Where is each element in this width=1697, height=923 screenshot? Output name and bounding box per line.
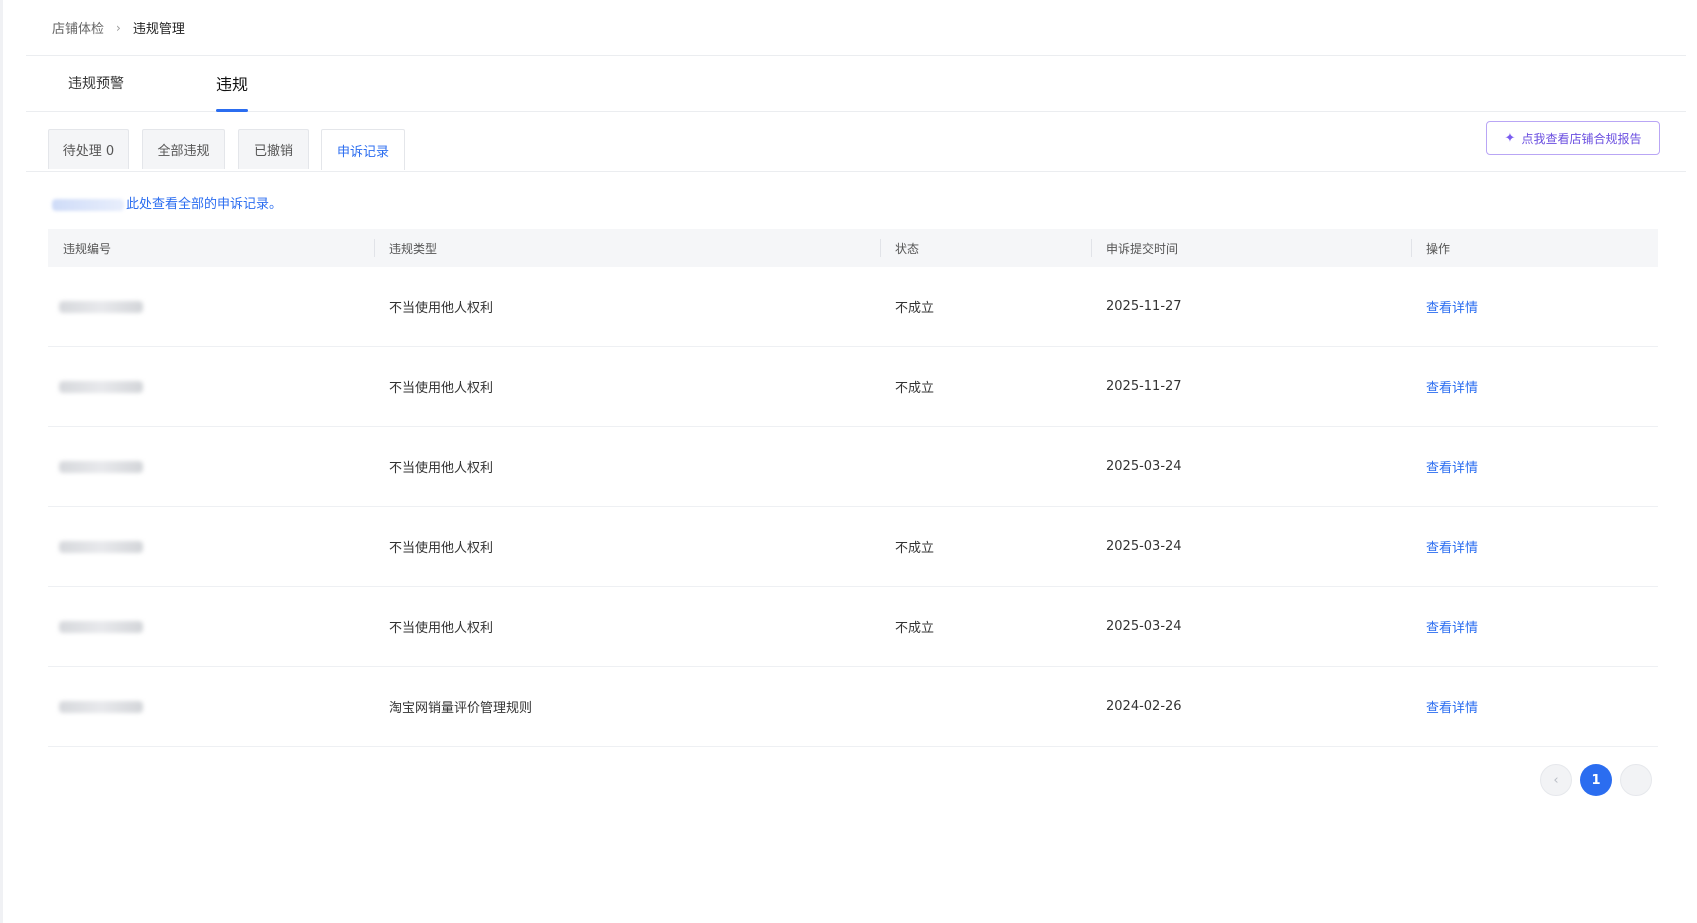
violation-type: 不当使用他人权利 [389, 621, 494, 636]
tab-violation-warning[interactable]: 违规预警 [68, 55, 216, 111]
appeal-date: 2025-03-24 [1106, 619, 1182, 634]
notice-text: 此处查看全部的申诉记录。 [126, 197, 283, 212]
appeal-date: 2024-02-26 [1106, 699, 1182, 714]
violation-type: 不当使用他人权利 [389, 541, 494, 556]
appeal-date: 2025-03-24 [1106, 459, 1182, 474]
compliance-report-button[interactable]: ✦ 点我查看店铺合规报告 [1486, 121, 1660, 155]
view-details-link[interactable]: 查看详情 [1426, 297, 1478, 316]
header-action: 操作 [1411, 229, 1658, 267]
appeal-notice[interactable]: 此处查看全部的申诉记录。 [52, 193, 282, 212]
header-status: 状态 [880, 229, 1091, 267]
violation-id-redacted [59, 300, 143, 313]
violation-id-redacted [59, 700, 143, 713]
header-violation-type: 违规类型 [374, 229, 880, 267]
page-number-current[interactable]: 1 [1580, 764, 1612, 796]
pagination: ‹ 1 [1540, 764, 1652, 796]
breadcrumb: 店铺体检 › 违规管理 [26, 0, 1686, 56]
status: 不成立 [895, 301, 935, 316]
notice-redacted [52, 198, 124, 211]
view-details-link[interactable]: 查看详情 [1426, 697, 1478, 716]
view-details-link[interactable]: 查看详情 [1426, 457, 1478, 476]
violation-id-redacted [59, 380, 143, 393]
status: 不成立 [895, 381, 935, 396]
view-details-link[interactable]: 查看详情 [1426, 377, 1478, 396]
view-details-link[interactable]: 查看详情 [1426, 617, 1478, 636]
violation-type: 不当使用他人权利 [389, 381, 494, 396]
left-border [0, 0, 3, 923]
sparkle-icon: ✦ [1504, 130, 1516, 146]
status [880, 427, 1091, 506]
tab-violation[interactable]: 违规 [216, 55, 249, 112]
violation-id-redacted [59, 460, 143, 473]
table-row: 淘宝网销量评价管理规则 2024-02-26 查看详情 [48, 667, 1658, 747]
appeal-date: 2025-11-27 [1106, 379, 1182, 394]
violation-type: 淘宝网销量评价管理规则 [389, 701, 533, 716]
table-row: 不当使用他人权利 2025-03-24 查看详情 [48, 427, 1658, 507]
table-row: 不当使用他人权利 不成立 2025-11-27 查看详情 [48, 267, 1658, 347]
header-violation-id: 违规编号 [63, 241, 112, 256]
breadcrumb-parent[interactable]: 店铺体检 [52, 18, 104, 37]
appeal-table: 违规编号 违规类型 状态 申诉提交时间 操作 不当使用他人权利 不成立 2025… [48, 229, 1658, 747]
subtab-pending[interactable]: 待处理 0 [48, 129, 129, 169]
breadcrumb-separator-icon: › [116, 20, 121, 35]
prev-page-icon[interactable]: ‹ [1540, 764, 1572, 796]
sub-tabs: 待处理 0 全部违规 已撤销 申诉记录 ✦ 点我查看店铺合规报告 [26, 112, 1686, 172]
subtab-appeal-records[interactable]: 申诉记录 [321, 129, 405, 170]
header-appeal-time: 申诉提交时间 [1091, 229, 1411, 267]
table-row: 不当使用他人权利 不成立 2025-03-24 查看详情 [48, 507, 1658, 587]
violation-id-redacted [59, 620, 143, 633]
breadcrumb-current: 违规管理 [132, 22, 185, 37]
status: 不成立 [895, 621, 935, 636]
status [880, 667, 1091, 746]
status: 不成立 [895, 541, 935, 556]
main-tabs: 违规预警 违规 [26, 56, 1686, 112]
subtab-revoked[interactable]: 已撤销 [238, 129, 309, 169]
table-header: 违规编号 违规类型 状态 申诉提交时间 操作 [48, 229, 1658, 267]
appeal-date: 2025-11-27 [1106, 299, 1182, 314]
table-row: 不当使用他人权利 不成立 2025-11-27 查看详情 [48, 347, 1658, 427]
violation-id-redacted [59, 540, 143, 553]
compliance-report-label: 点我查看店铺合规报告 [1521, 131, 1642, 146]
table-row: 不当使用他人权利 不成立 2025-03-24 查看详情 [48, 587, 1658, 667]
violation-type: 不当使用他人权利 [389, 301, 494, 316]
appeal-date: 2025-03-24 [1106, 539, 1182, 554]
violation-type: 不当使用他人权利 [389, 461, 494, 476]
page: 店铺体检 › 违规管理 违规预警 违规 待处理 0 全部违规 已撤销 申诉记录 … [26, 0, 1686, 923]
next-page-button[interactable] [1620, 764, 1652, 796]
subtab-all-violations[interactable]: 全部违规 [142, 129, 225, 169]
view-details-link[interactable]: 查看详情 [1426, 537, 1478, 556]
